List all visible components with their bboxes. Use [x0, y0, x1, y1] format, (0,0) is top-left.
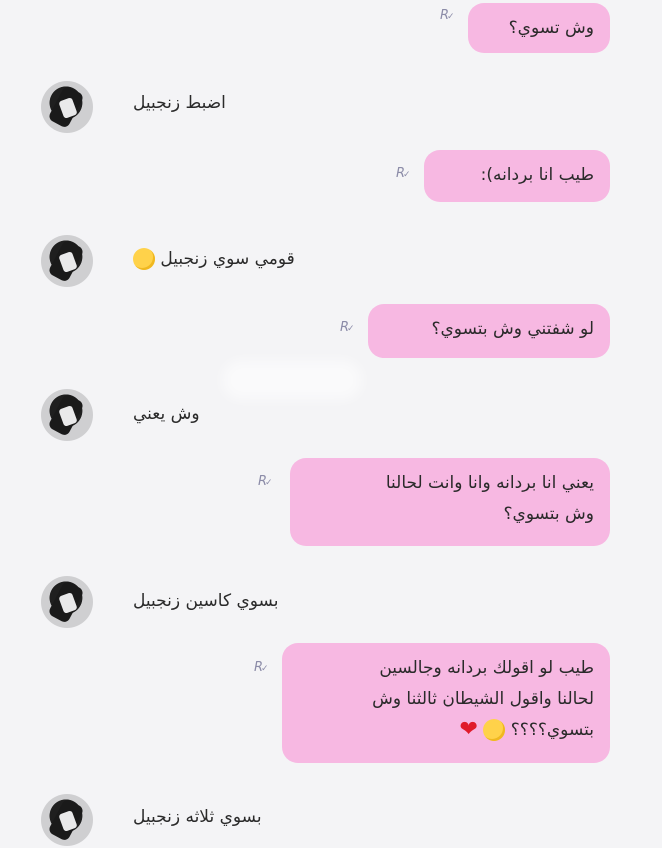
outgoing-message-bubble[interactable]: طيب انا بردانه): — [424, 150, 610, 202]
message-text: لو شفتني وش بتسوي؟ — [431, 319, 594, 339]
read-receipt-icon: R✓ — [396, 166, 411, 181]
smiling-face-with-sunglasses-icon — [133, 248, 155, 270]
contact-avatar[interactable] — [41, 576, 93, 628]
contact-avatar[interactable] — [41, 389, 93, 441]
read-receipt-icon: R✓ — [340, 320, 355, 335]
message-text: طيب انا بردانه): — [480, 165, 594, 185]
message-text: بتسوي؟؟؟؟ — [510, 720, 594, 740]
contact-avatar[interactable] — [41, 81, 93, 133]
incoming-message-text: بسوي كاسين زنجبيل — [133, 591, 279, 611]
message-text: طيب لو اقولك بردانه وجالسين — [379, 658, 594, 678]
read-receipt-icon: R✓ — [258, 474, 273, 489]
message-text-row: بتسوي؟؟؟؟ ❤ — [298, 715, 594, 746]
incoming-message-row: قومي سوي زنجبيل — [133, 248, 295, 270]
incoming-message-text: بسوي ثلاثه زنجبيل — [133, 807, 262, 827]
contact-avatar[interactable] — [41, 794, 93, 846]
message-text: وش تسوي؟ — [508, 18, 594, 38]
read-receipt-icon: R✓ — [254, 660, 269, 675]
incoming-message-text: اضبط زنجبيل — [133, 93, 226, 113]
contact-avatar[interactable] — [41, 235, 93, 287]
blur-smudge — [222, 360, 362, 400]
flushed-face-icon — [483, 719, 506, 741]
outgoing-message-bubble[interactable]: طيب لو اقولك بردانه وجالسين لحالنا واقول… — [282, 643, 610, 763]
incoming-message-text: قومي سوي زنجبيل — [160, 249, 295, 269]
incoming-message-text: وش يعني — [133, 404, 200, 424]
message-text: يعني انا بردانه وانا وانت لحالنا — [385, 473, 594, 493]
red-heart-icon: ❤ — [459, 717, 478, 742]
message-text: لحالنا واقول الشيطان ثالثنا وش — [372, 689, 594, 709]
outgoing-message-bubble[interactable]: وش تسوي؟ — [468, 3, 610, 53]
outgoing-message-bubble[interactable]: يعني انا بردانه وانا وانت لحالنا وش بتسو… — [290, 458, 610, 546]
message-text: وش بتسوي؟ — [503, 504, 594, 524]
outgoing-message-bubble[interactable]: لو شفتني وش بتسوي؟ — [368, 304, 610, 358]
read-receipt-icon: R✓ — [440, 8, 455, 23]
chat-thread[interactable]: R✓ وش تسوي؟ اضبط زنجبيل R✓ طيب انا بردان… — [0, 0, 662, 848]
